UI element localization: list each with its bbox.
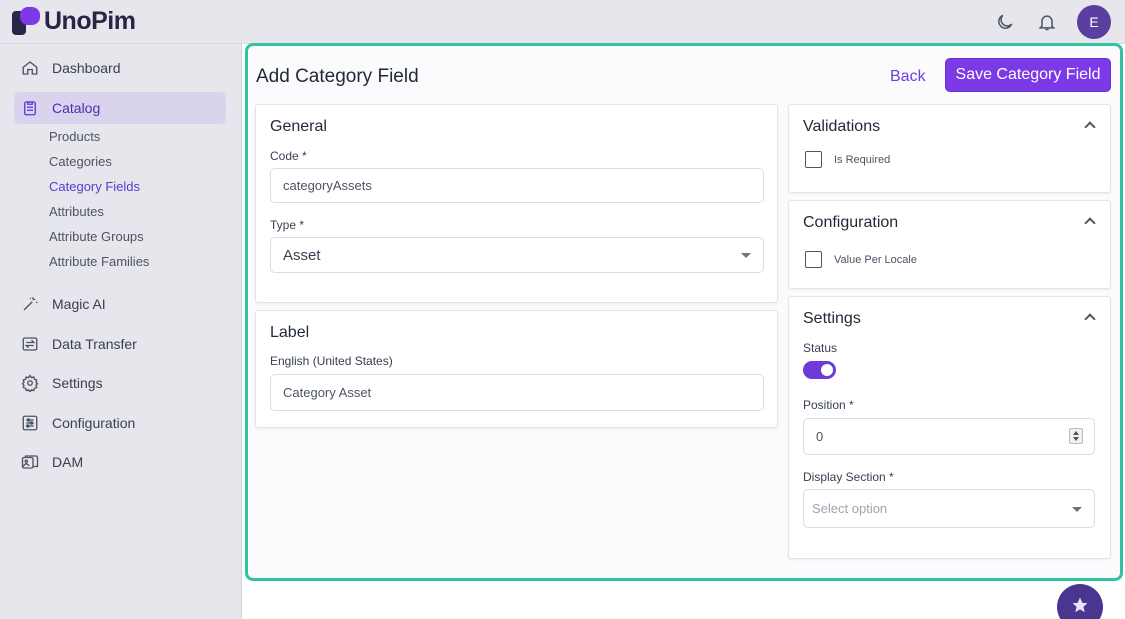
sidebar-subitem-attribute-families[interactable]: Attribute Families <box>49 254 149 269</box>
sidebar-subitem-category-fields[interactable]: Category Fields <box>49 179 140 194</box>
images-icon <box>20 452 40 472</box>
sidebar-item-label: Catalog <box>52 100 101 116</box>
value-per-locale-checkbox[interactable] <box>805 251 822 268</box>
label-title: Label <box>270 324 310 341</box>
status-toggle[interactable] <box>803 361 836 379</box>
display-section-placeholder: Select option <box>812 501 888 516</box>
sidebar-item-configuration[interactable]: Configuration <box>14 407 226 439</box>
number-stepper-icon[interactable] <box>1069 428 1083 444</box>
sidebar-item-label: Configuration <box>52 415 136 431</box>
user-avatar[interactable]: E <box>1077 5 1111 39</box>
sidebar-subitem-products[interactable]: Products <box>49 129 100 144</box>
is-required-row[interactable]: Is Required <box>805 151 890 168</box>
type-label: Type * <box>270 218 305 232</box>
code-label: Code * <box>270 149 307 163</box>
back-button[interactable]: Back <box>890 68 926 86</box>
configuration-title: Configuration <box>803 214 899 231</box>
sidebar-item-magic-ai[interactable]: Magic AI <box>14 288 226 320</box>
sidebar-item-label: Magic AI <box>52 296 106 312</box>
configuration-panel: Configuration Value Per Locale <box>788 200 1111 289</box>
sidebar-item-catalog[interactable]: Catalog <box>14 92 226 124</box>
is-required-checkbox[interactable] <box>805 151 822 168</box>
sidebar: Dashboard Catalog Products Categories Ca… <box>0 44 242 619</box>
label-panel: Label English (United States) Category A… <box>255 310 778 428</box>
label-english-input[interactable]: Category Asset <box>270 374 764 411</box>
status-label: Status <box>803 341 838 355</box>
chevron-up-icon[interactable] <box>1084 121 1096 133</box>
sidebar-item-dam[interactable]: DAM <box>14 446 226 478</box>
locale-label: English (United States) <box>270 354 393 368</box>
chevron-down-icon <box>741 253 751 258</box>
position-value: 0 <box>816 429 824 444</box>
sidebar-subitem-attribute-groups[interactable]: Attribute Groups <box>49 229 144 244</box>
code-input[interactable]: categoryAssets <box>270 168 764 203</box>
save-category-field-button[interactable]: Save Category Field <box>945 58 1111 92</box>
brand-name: UnoPim <box>44 6 136 35</box>
settings-panel: Settings Status Position * 0 Display Sec… <box>788 296 1111 559</box>
chevron-up-icon[interactable] <box>1084 217 1096 229</box>
sidebar-item-label: Dashboard <box>52 60 121 76</box>
star-icon <box>1071 596 1089 619</box>
settings-title: Settings <box>803 310 861 327</box>
general-panel: General Code * categoryAssets Type * Ass… <box>255 104 778 303</box>
home-icon <box>20 58 40 78</box>
transfer-icon <box>20 334 40 354</box>
value-per-locale-row[interactable]: Value Per Locale <box>805 251 917 268</box>
moon-icon[interactable] <box>993 10 1017 34</box>
add-category-field-form: Add Category Field Back Save Category Fi… <box>245 43 1123 581</box>
position-input[interactable]: 0 <box>803 418 1095 455</box>
sidebar-subitem-attributes[interactable]: Attributes <box>49 204 104 219</box>
sidebar-item-label: Settings <box>52 375 103 391</box>
sidebar-subitem-categories[interactable]: Categories <box>49 154 112 169</box>
sidebar-item-settings[interactable]: Settings <box>14 367 226 399</box>
chevron-down-icon <box>1072 506 1082 512</box>
top-bar: UnoPim E <box>0 0 1125 44</box>
display-section-label: Display Section * <box>803 470 894 484</box>
position-label: Position * <box>803 398 854 412</box>
bell-icon[interactable] <box>1035 10 1059 34</box>
general-title: General <box>270 118 327 135</box>
chevron-up-icon[interactable] <box>1084 313 1096 325</box>
magic-wand-icon <box>20 294 40 314</box>
clipboard-icon <box>20 98 40 118</box>
gear-icon <box>20 373 40 393</box>
is-required-label: Is Required <box>834 153 891 166</box>
favorite-fab-button[interactable] <box>1057 584 1103 619</box>
page-title: Add Category Field <box>256 66 419 87</box>
unopim-logo-icon <box>12 7 40 35</box>
toggle-knob <box>821 364 833 376</box>
type-select-value: Asset <box>283 246 321 264</box>
validations-panel: Validations Is Required <box>788 104 1111 193</box>
sidebar-item-label: DAM <box>52 454 84 470</box>
value-per-locale-label: Value Per Locale <box>834 253 917 266</box>
brand-logo[interactable]: UnoPim <box>12 6 136 35</box>
display-section-select[interactable]: Select option <box>803 489 1095 528</box>
sidebar-item-data-transfer[interactable]: Data Transfer <box>14 328 226 360</box>
validations-title: Validations <box>803 118 881 135</box>
sidebar-item-dashboard[interactable]: Dashboard <box>14 52 226 84</box>
type-select[interactable]: Asset <box>270 237 764 273</box>
sidebar-item-label: Data Transfer <box>52 336 137 352</box>
sliders-icon <box>20 413 40 433</box>
